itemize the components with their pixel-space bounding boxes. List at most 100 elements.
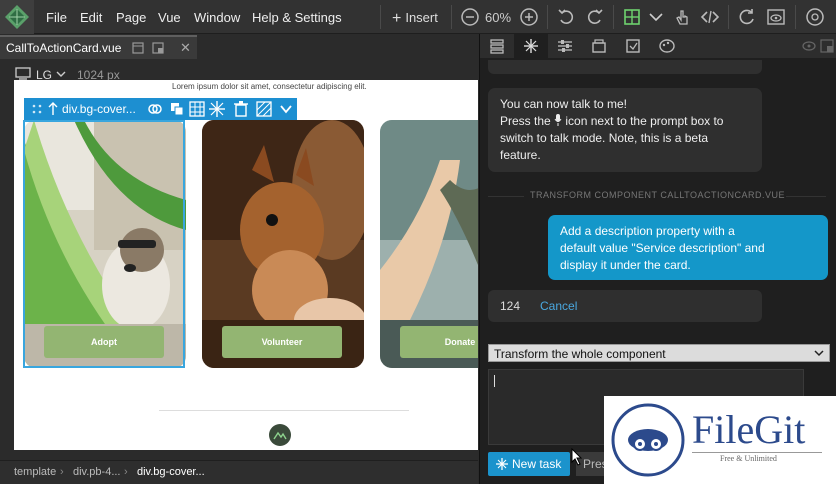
chevron-down-icon (814, 350, 824, 357)
chat-scrollbar[interactable] (823, 58, 831, 338)
user-message-line: Add a description property with a (560, 224, 735, 238)
menu-vue[interactable]: Vue (158, 10, 181, 25)
refresh-button[interactable] (737, 7, 757, 27)
grid-icon[interactable] (188, 100, 206, 118)
volunteer-button[interactable]: Volunteer (222, 326, 342, 358)
watermark-brand: FileGit (692, 407, 806, 452)
transform-mode-select[interactable]: Transform the whole component (488, 344, 830, 362)
chevron-right-icon: › (60, 466, 64, 478)
zoom-in-icon (520, 8, 538, 26)
layout-dropdown-button[interactable] (646, 7, 666, 27)
code-icon (700, 10, 720, 24)
zoom-level: 60% (485, 10, 512, 25)
trash-icon[interactable] (232, 100, 250, 118)
mountain-icon (273, 431, 287, 440)
ai-magic-icon[interactable] (208, 100, 226, 118)
ai-message-line: switch to talk mode. Note, this is a bet… (500, 131, 709, 145)
menu-page[interactable]: Page (116, 10, 146, 25)
undo-button[interactable] (556, 7, 576, 27)
token-count: 124 (500, 299, 521, 313)
pattern-icon[interactable] (255, 100, 273, 118)
document-tab-bar: CallToActionCard.vue ✕ (0, 35, 478, 59)
user-message-line: default value "Service description" and (560, 241, 765, 255)
plus-icon: + (392, 10, 402, 27)
cta-card-volunteer[interactable]: Volunteer (202, 120, 364, 368)
filegit-watermark: FileGit Free & Unlimited (604, 396, 836, 484)
mouse-cursor-icon (571, 448, 583, 466)
lorem-text: Lorem ipsum dolor sit amet, consectetur … (172, 82, 367, 91)
menubar: File Edit Page Vue Window Help & Setting… (0, 0, 836, 34)
tab-actions[interactable] (616, 34, 650, 58)
refresh-icon (739, 9, 754, 25)
zoom-in-button[interactable] (519, 7, 539, 27)
watermark-divider (692, 452, 822, 453)
menu-window[interactable]: Window (194, 10, 240, 25)
select-parent-icon[interactable] (44, 100, 62, 118)
breadcrumb-item-current[interactable]: div.bg-cover... (137, 466, 205, 478)
tab-ai[interactable] (514, 34, 548, 58)
ai-message-text: icon next to the prompt box to (565, 114, 724, 128)
visibility-icon[interactable] (802, 40, 816, 52)
duplicate-icon[interactable] (168, 100, 186, 118)
donate-button[interactable]: Donate (400, 326, 478, 358)
redo-icon (587, 9, 603, 24)
chevron-right-icon: › (124, 466, 128, 478)
zoom-out-button[interactable] (460, 7, 480, 27)
insert-button[interactable]: + Insert (392, 9, 438, 27)
ai-message-line: feature. (500, 148, 541, 162)
toolbar-divider (728, 5, 729, 29)
menu-edit[interactable]: Edit (80, 10, 102, 25)
ai-magic-icon (496, 458, 508, 470)
interact-mode-button[interactable] (672, 7, 692, 27)
section-divider (488, 196, 524, 197)
redo-button[interactable] (585, 7, 605, 27)
watermark-tagline: Free & Unlimited (720, 454, 777, 463)
library-icon (592, 39, 606, 53)
sliders-icon (558, 40, 572, 52)
tab-properties[interactable] (548, 34, 582, 58)
new-task-button[interactable]: New task (488, 452, 570, 476)
split-view-icon[interactable] (132, 42, 144, 54)
tab-styles[interactable] (650, 34, 684, 58)
ai-magic-icon (524, 39, 538, 53)
menu-file[interactable]: File (46, 10, 67, 25)
selection-outline (23, 120, 185, 368)
selected-element-label[interactable]: div.bg-cover... (62, 102, 136, 116)
canvas-handle[interactable] (269, 424, 291, 446)
document-tab[interactable]: CallToActionCard.vue ✕ (0, 35, 197, 59)
toolbar-divider (795, 5, 796, 29)
zoom-out-icon (461, 8, 479, 26)
task-section-label: TRANSFORM COMPONENT CALLTOACTIONCARD.VUE (530, 190, 786, 200)
undo-icon (558, 9, 574, 24)
layout-grid-icon (624, 9, 640, 25)
ai-message-line: You can now talk to me! (500, 97, 627, 111)
ai-message: You can now talk to me! Press the icon n… (488, 88, 762, 172)
cancel-link[interactable]: Cancel (540, 299, 577, 313)
menu-help-settings[interactable]: Help & Settings (252, 10, 342, 25)
toolbar-divider (613, 5, 614, 29)
toolbar-divider (451, 5, 452, 29)
tab-tree[interactable] (480, 34, 514, 58)
code-view-button[interactable] (700, 7, 720, 27)
breadcrumb: template › div.pb-4... › div.bg-cover... (0, 460, 478, 484)
text-caret (494, 375, 495, 387)
breadcrumb-item[interactable]: div.pb-4... (73, 466, 121, 478)
detach-panel-icon[interactable] (820, 39, 834, 53)
close-tab-icon[interactable]: ✕ (180, 40, 191, 56)
chevron-down-icon[interactable] (277, 100, 295, 118)
wordpress-button[interactable] (805, 7, 825, 27)
detach-window-icon[interactable] (152, 42, 164, 54)
selection-toolbar: div.bg-cover... (24, 98, 297, 120)
layout-button[interactable] (622, 7, 642, 27)
preview-button[interactable] (766, 7, 786, 27)
monitor-icon (15, 67, 31, 80)
toolbar-divider (380, 5, 381, 29)
tab-library[interactable] (582, 34, 616, 58)
ai-message-text: Press the (500, 114, 551, 128)
breadcrumb-item[interactable]: template (14, 466, 56, 478)
filegit-logo-icon (611, 403, 685, 477)
chevron-down-icon[interactable] (56, 70, 66, 78)
cta-card-donate[interactable]: Donate (380, 120, 478, 368)
link-icon[interactable] (146, 100, 164, 118)
layers-icon (490, 39, 504, 54)
